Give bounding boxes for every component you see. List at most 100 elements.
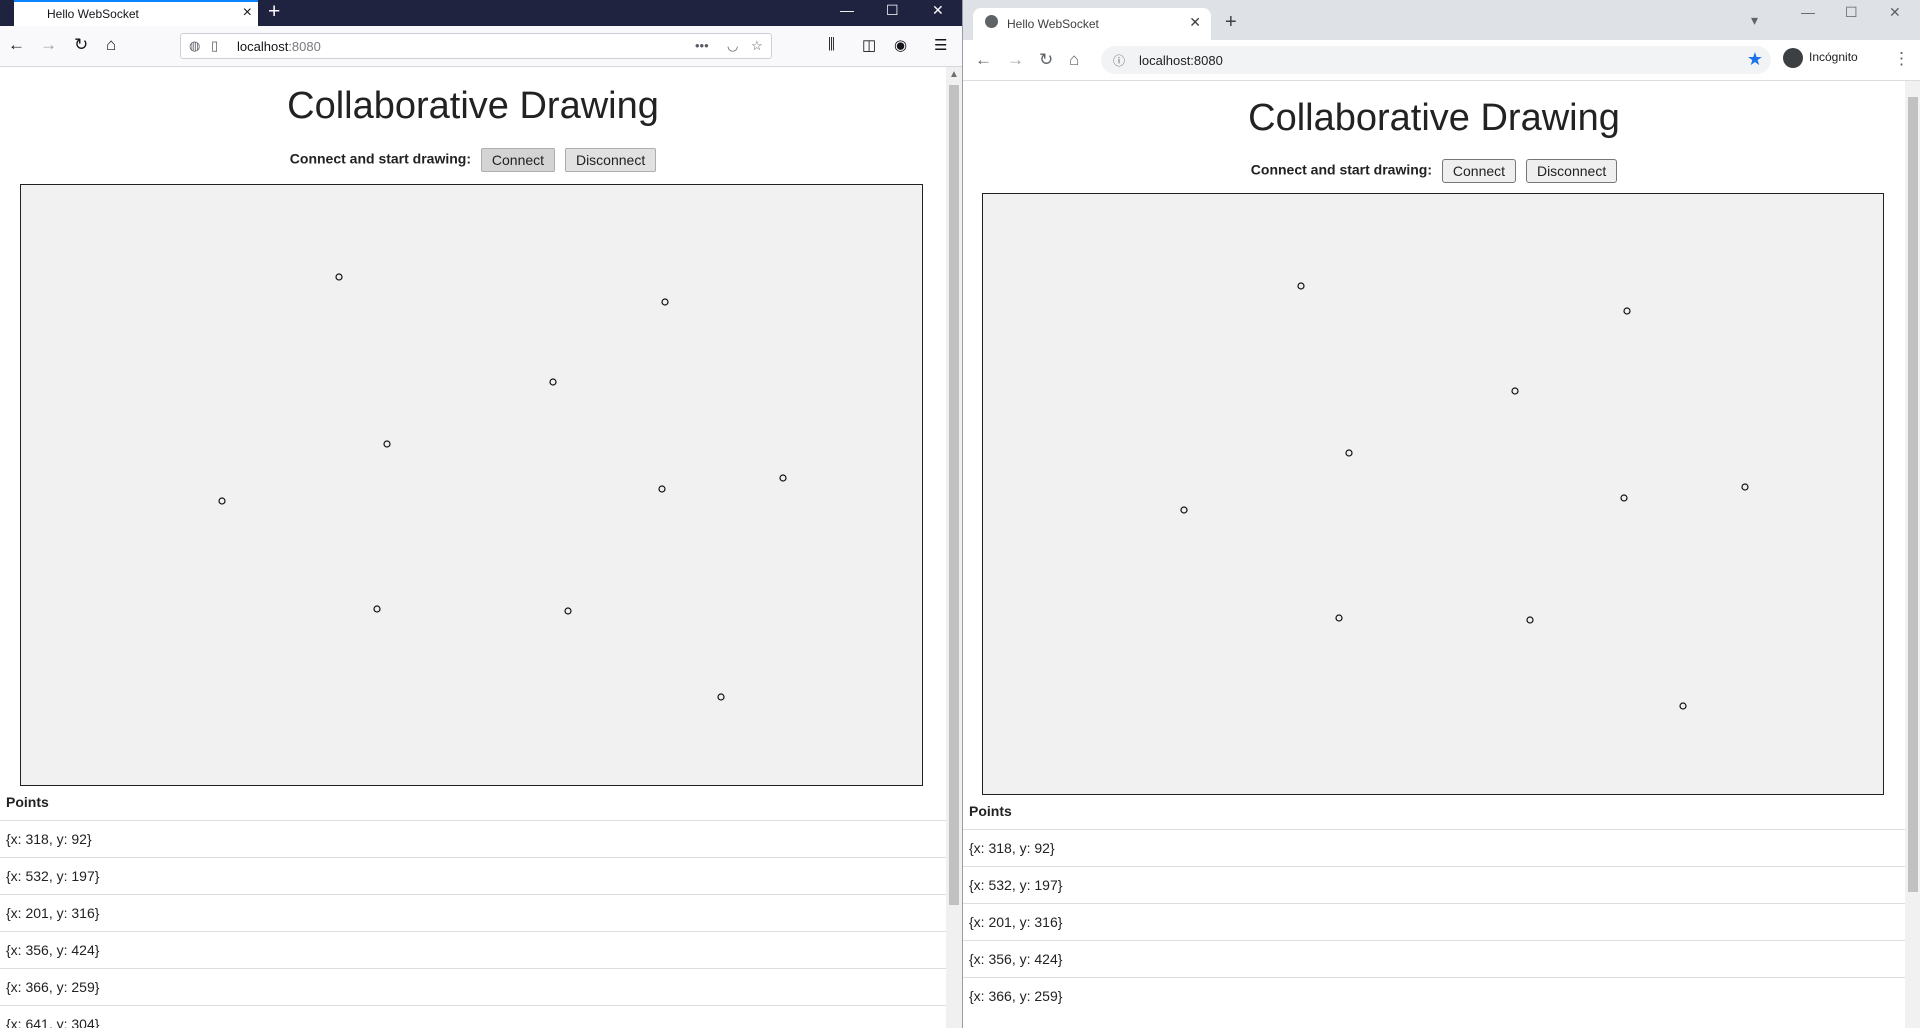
right-tab[interactable]: Hello WebSocket ✕: [973, 8, 1211, 40]
connect-prompt: Connect and start drawing:: [1250, 161, 1433, 178]
new-tab-icon[interactable]: +: [268, 0, 280, 24]
canvas-point: [1741, 483, 1749, 491]
points-header: Points: [6, 794, 49, 810]
back-icon[interactable]: ←: [975, 50, 992, 70]
canvas-point: [1623, 307, 1631, 315]
canvas-point: [373, 605, 381, 613]
close-icon[interactable]: ×: [243, 4, 252, 22]
forward-icon[interactable]: →: [40, 35, 57, 55]
globe-icon: [985, 15, 998, 28]
left-url-text: localhost:8080: [237, 39, 321, 54]
library-icon[interactable]: ⫼: [828, 36, 835, 53]
canvas-point: [717, 693, 725, 701]
list-item: {x: 201, y: 316}: [0, 894, 946, 931]
right-scrollbar[interactable]: [1905, 81, 1920, 1028]
right-nav-bar: ← → ↻ ⌂ ⓘ localhost:8080 ★ Incógnito ⋮: [963, 40, 1920, 81]
page-icon: ▯: [211, 38, 219, 53]
more-icon[interactable]: •••: [695, 38, 709, 53]
list-item: {x: 318, y: 92}: [963, 829, 1905, 866]
canvas-point: [1526, 616, 1534, 624]
left-browser-window: Hello WebSocket × + — ☐ ✕ ← → ↻ ⌂ ◍ ▯ lo…: [0, 0, 962, 1028]
drawing-canvas[interactable]: [982, 193, 1884, 795]
list-item: {x: 356, y: 424}: [963, 940, 1905, 977]
scrollbar-thumb[interactable]: [1908, 97, 1918, 892]
new-tab-icon[interactable]: +: [1225, 12, 1237, 32]
account-icon[interactable]: ◉: [894, 36, 907, 54]
canvas-point: [383, 440, 391, 448]
right-tab-bar: Hello WebSocket ✕ + ▾ — ☐ ✕: [963, 0, 1920, 40]
info-icon[interactable]: ⓘ: [1113, 52, 1125, 69]
window-close-icon[interactable]: ✕: [932, 1, 944, 19]
canvas-point: [1679, 702, 1687, 710]
points-list: {x: 318, y: 92} {x: 532, y: 197} {x: 201, …: [963, 829, 1905, 1014]
page-title: Collaborative Drawing: [1248, 97, 1620, 139]
left-url-bar[interactable]: ◍ ▯ localhost:8080 ••• ◡ ☆: [180, 33, 772, 59]
sidebar-icon[interactable]: ◫: [862, 36, 876, 54]
canvas-point: [658, 485, 666, 493]
scroll-up-icon[interactable]: ▲: [949, 69, 959, 80]
tab-search-icon[interactable]: ▾: [1751, 12, 1758, 29]
list-item: {x: 641, y: 304}: [0, 1005, 946, 1028]
canvas-point: [1620, 494, 1628, 502]
right-browser-window: Hello WebSocket ✕ + ▾ — ☐ ✕ ← → ↻ ⌂ ⓘ lo…: [962, 0, 1920, 1028]
left-scrollbar[interactable]: ▲: [946, 67, 962, 1028]
canvas-point: [218, 497, 226, 505]
left-tab-title: Hello WebSocket: [47, 7, 139, 21]
canvas-point: [1335, 614, 1343, 622]
bookmark-star-icon[interactable]: ☆: [751, 38, 763, 54]
list-item: {x: 356, y: 424}: [0, 931, 946, 968]
canvas-svg: [1180, 282, 1749, 710]
minimize-icon[interactable]: —: [840, 1, 854, 19]
menu-icon[interactable]: ☰: [934, 36, 947, 54]
canvas-point: [1511, 387, 1519, 395]
right-url-text: localhost:8080: [1139, 53, 1223, 68]
incognito-indicator[interactable]: Incógnito: [1783, 48, 1858, 68]
connect-button[interactable]: Connect: [1441, 159, 1517, 183]
right-page: Collaborative Drawing Connect and start …: [963, 81, 1905, 1028]
connect-button[interactable]: Connect: [480, 148, 556, 172]
home-icon[interactable]: ⌂: [1069, 50, 1079, 70]
shield-icon[interactable]: ◍: [189, 38, 200, 54]
scrollbar-thumb[interactable]: [949, 85, 959, 905]
list-item: {x: 366, y: 259}: [0, 968, 946, 1005]
window-close-icon[interactable]: ✕: [1889, 4, 1901, 21]
connect-prompt: Connect and start drawing:: [289, 150, 472, 167]
close-icon[interactable]: ✕: [1189, 14, 1201, 31]
left-page: Collaborative Drawing Connect and start …: [0, 67, 946, 1028]
reload-icon[interactable]: ↻: [1039, 50, 1053, 70]
points-list: {x: 318, y: 92} {x: 532, y: 197} {x: 201, …: [0, 820, 946, 1028]
points-header: Points: [969, 803, 1012, 819]
canvas-point: [549, 378, 557, 386]
canvas-point: [779, 474, 787, 482]
page-title: Collaborative Drawing: [287, 85, 659, 127]
canvas-point: [335, 273, 343, 281]
right-tab-title: Hello WebSocket: [1007, 17, 1099, 31]
connect-row: Connect and start drawing: Connect Disco…: [0, 148, 946, 172]
disconnect-button[interactable]: Disconnect: [1525, 159, 1618, 183]
right-url-bar[interactable]: ⓘ localhost:8080 ★: [1101, 46, 1771, 74]
left-tab[interactable]: Hello WebSocket ×: [14, 0, 258, 26]
list-item: {x: 201, y: 316}: [963, 903, 1905, 940]
canvas-point: [564, 607, 572, 615]
maximize-icon[interactable]: ☐: [886, 1, 899, 19]
left-nav-bar: ← → ↻ ⌂ ◍ ▯ localhost:8080 ••• ◡ ☆ ⫼ ◫ ◉…: [0, 26, 962, 67]
home-icon[interactable]: ⌂: [106, 35, 116, 55]
minimize-icon[interactable]: —: [1801, 4, 1815, 20]
disconnect-button[interactable]: Disconnect: [564, 148, 657, 172]
forward-icon[interactable]: →: [1007, 50, 1024, 70]
incognito-icon: [1783, 48, 1803, 68]
kebab-menu-icon[interactable]: ⋮: [1893, 49, 1910, 69]
pocket-icon[interactable]: ◡: [727, 38, 738, 54]
back-icon[interactable]: ←: [8, 35, 25, 55]
left-tab-bar: Hello WebSocket × + — ☐ ✕: [0, 0, 962, 26]
canvas-point: [1180, 506, 1188, 514]
connect-row: Connect and start drawing: Connect Disco…: [963, 159, 1905, 183]
bookmark-star-icon[interactable]: ★: [1747, 49, 1763, 70]
canvas-point: [1345, 449, 1353, 457]
incognito-label: Incógnito: [1809, 50, 1858, 65]
maximize-icon[interactable]: ☐: [1845, 4, 1858, 21]
list-item: {x: 318, y: 92}: [0, 820, 946, 857]
drawing-canvas[interactable]: [20, 184, 923, 786]
list-item: {x: 532, y: 197}: [963, 866, 1905, 903]
reload-icon[interactable]: ↻: [74, 35, 88, 55]
